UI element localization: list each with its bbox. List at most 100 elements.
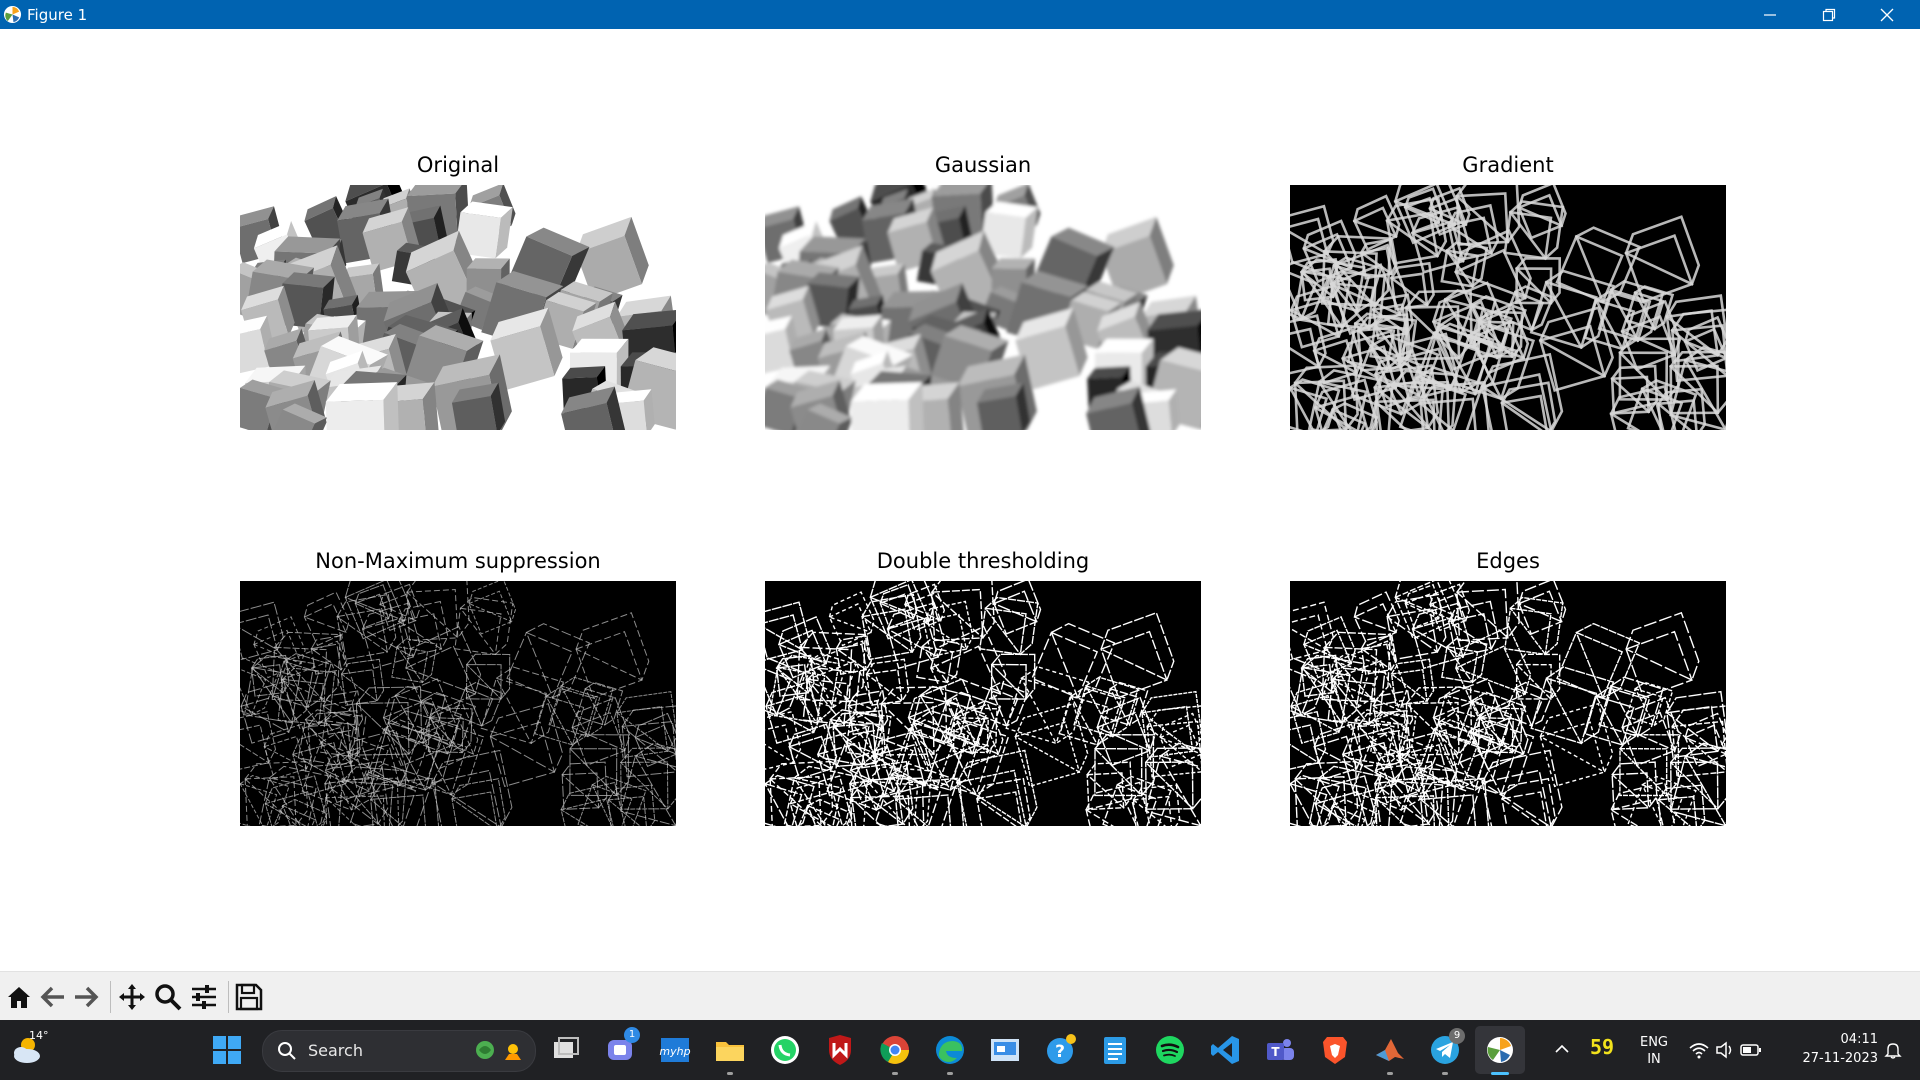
notepad-icon [1104,1037,1126,1064]
spotify-button[interactable] [1153,1033,1187,1067]
python-figure-button[interactable] [1483,1033,1517,1067]
volume-icon [1716,1041,1732,1059]
control-panel-icon [991,1039,1019,1061]
restore-icon [1822,8,1836,22]
figure-canvas: Original Gaussian Gradient Non-Maximum s… [0,29,1920,971]
get-help-button[interactable]: ? [1044,1033,1078,1067]
windows-logo-icon [213,1036,241,1064]
toolbar-separator [110,981,111,1013]
task-view-button[interactable] [549,1033,583,1067]
chrome-icon [880,1036,909,1064]
save-button[interactable] [234,982,264,1012]
running-indicator [1387,1072,1393,1075]
brave-button[interactable] [1318,1033,1352,1067]
whatsapp-button[interactable] [768,1033,802,1067]
taskbar: 14° Search 1 myhp ? T 9 59 ENG IN 04:11 … [0,1020,1920,1080]
matplotlib-app-icon [3,5,22,24]
nms-image-panel [240,581,676,826]
tray-counter[interactable]: 59 [1590,1035,1614,1059]
home-icon [8,987,30,1008]
subplot-title-double-threshold: Double thresholding [876,549,1090,573]
running-indicator [947,1072,953,1075]
close-icon [1880,8,1894,22]
system-clock[interactable]: 04:11 27-11-2023 [1778,1030,1878,1068]
svg-text:?: ? [1055,1042,1065,1062]
zoom-magnifier-icon [155,984,182,1011]
myhp-button[interactable]: myhp [658,1033,692,1067]
teams-badge: 1 [624,1027,640,1043]
subplot-title-gaussian: Gaussian [934,153,1032,177]
subplot-title-original: Original [416,153,500,177]
chevron-up-icon[interactable] [1553,1040,1571,1058]
pan-button[interactable] [117,982,147,1012]
language-code: ENG [1639,1035,1668,1050]
toolbar-separator [228,981,229,1013]
double-threshold-image-panel [765,581,1201,826]
subplot-title-gradient: Gradient [1462,153,1554,177]
clock-date: 27-11-2023 [1802,1051,1878,1066]
matlab-button[interactable] [1373,1033,1407,1067]
pan-move-icon [119,984,145,1010]
language-indicator[interactable]: ENG IN [1636,1034,1672,1068]
weather-temperature: 14° [29,1029,49,1042]
mcafee-shield-icon [829,1035,851,1065]
title-bar: Figure 1 [0,0,1920,29]
matplotlib-icon [1487,1037,1513,1063]
running-indicator [892,1072,898,1075]
teams-button[interactable]: T [1263,1033,1297,1067]
running-indicator [727,1072,733,1075]
forward-arrow-icon [75,986,99,1008]
configure-subplots-button[interactable] [189,982,219,1012]
subplot-title-edges: Edges [1476,549,1540,573]
task-view-icon [554,1037,579,1058]
notepad-button[interactable] [1098,1033,1132,1067]
minimize-icon [1764,14,1776,16]
vscode-button[interactable] [1208,1033,1242,1067]
restore-button[interactable] [1800,0,1858,29]
notification-bell-icon[interactable] [1884,1041,1902,1059]
control-panel-button[interactable] [988,1033,1022,1067]
window-title: Figure 1 [27,6,88,24]
wifi-icon [1689,1043,1709,1059]
myhp-icon: myhp [659,1038,691,1062]
subplot-title-nms: Non-Maximum suppression [315,549,601,573]
configure-subplots-icon [192,985,216,1009]
matlab-icon [1376,1039,1404,1061]
clock-time: 04:11 [1840,1032,1878,1047]
region-code: IN [1647,1052,1661,1067]
vscode-icon [1211,1036,1239,1064]
search-icon [278,1042,296,1060]
mcafee-button[interactable] [823,1033,857,1067]
close-button[interactable] [1858,0,1916,29]
telegram-badge: 9 [1449,1028,1465,1044]
save-floppy-icon [235,983,263,1011]
whatsapp-icon [771,1036,799,1064]
back-button[interactable] [38,982,68,1012]
original-image-panel [240,185,676,430]
help-icon: ? [1047,1034,1076,1064]
folder-icon [716,1042,744,1061]
running-indicator [1442,1072,1448,1075]
search-label: Search [308,1041,363,1060]
svg-text:T: T [1271,1045,1280,1059]
start-button[interactable] [212,1035,242,1065]
taskbar-search-box[interactable]: Search [262,1030,536,1072]
gaussian-image-panel [765,185,1201,430]
plot-toolbar [0,971,1920,1021]
active-indicator [1491,1072,1509,1075]
battery-icon [1740,1044,1761,1056]
back-arrow-icon [40,986,64,1008]
svg-text:myhp: myhp [659,1045,690,1058]
teams-icon: T [1267,1039,1294,1060]
zoom-button[interactable] [153,982,183,1012]
file-explorer-button[interactable] [713,1033,747,1067]
edges-image-panel [1290,581,1726,826]
forward-button[interactable] [71,982,101,1012]
edge-icon [936,1036,964,1064]
gradient-image-panel [1290,185,1726,430]
home-button[interactable] [4,982,34,1012]
brave-lion-icon [1323,1037,1347,1064]
chrome-button[interactable] [878,1033,912,1067]
edge-button[interactable] [933,1033,967,1067]
minimize-button[interactable] [1741,0,1799,29]
